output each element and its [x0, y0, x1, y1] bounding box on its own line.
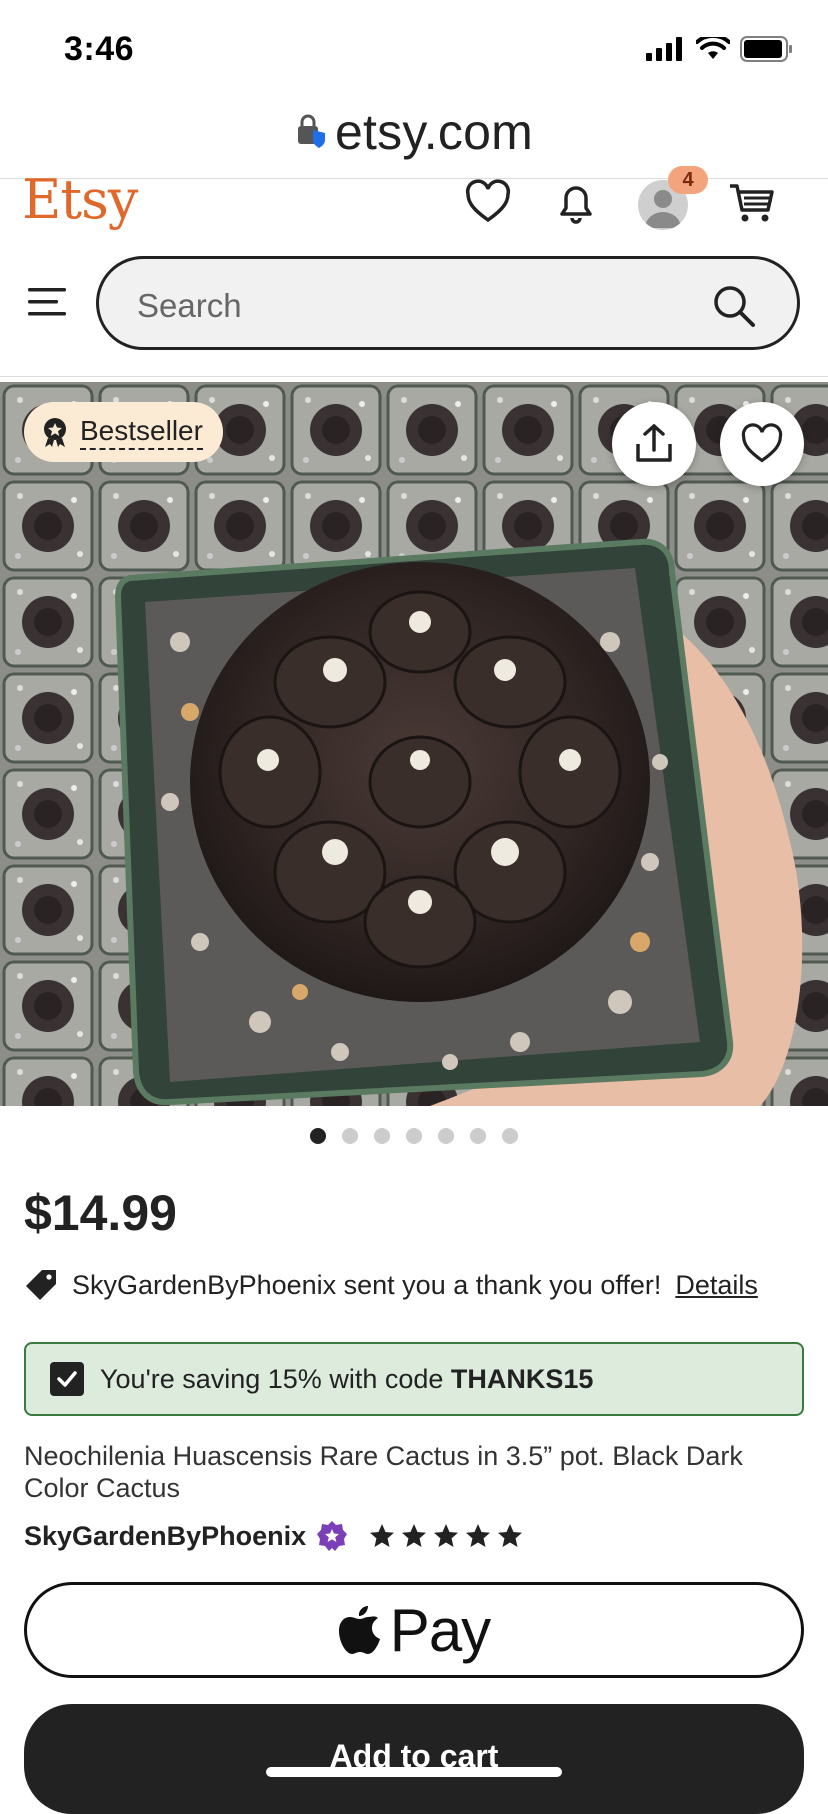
carousel-dot[interactable]	[438, 1128, 454, 1144]
offer-text: SkyGardenByPhoenix sent you a thank you …	[72, 1269, 662, 1300]
offer-details-link[interactable]: Details	[675, 1270, 758, 1301]
carousel-dot[interactable]	[342, 1128, 358, 1144]
favorite-button[interactable]	[720, 402, 804, 486]
product-image[interactable]	[0, 382, 828, 1106]
search-placeholder: Search	[137, 287, 242, 324]
search-icon[interactable]	[711, 283, 757, 329]
carousel-dot[interactable]	[502, 1128, 518, 1144]
checkmark-icon	[57, 1371, 77, 1387]
status-bar: 3:46	[0, 0, 828, 94]
coupon-code: THANKS15	[450, 1363, 594, 1394]
apple-pay-button[interactable]: Pay	[24, 1582, 804, 1678]
coupon-checkbox[interactable]	[50, 1362, 84, 1396]
bestseller-badge[interactable]: Bestseller	[24, 402, 223, 462]
carousel-dot[interactable]	[470, 1128, 486, 1144]
cart-icon[interactable]	[728, 178, 776, 226]
share-icon	[636, 424, 672, 462]
apple-logo-icon	[338, 1606, 380, 1654]
battery-icon	[740, 36, 792, 62]
carousel-dot[interactable]	[310, 1128, 326, 1144]
star-icon	[370, 1524, 395, 1547]
rating-stars	[368, 1522, 524, 1550]
address-bar[interactable]: etsy.com	[0, 86, 828, 178]
apple-pay-label: Pay	[389, 1596, 491, 1664]
listing-title: Neochilenia Huascensis Rare Cactus in 3.…	[24, 1441, 743, 1503]
share-button[interactable]	[612, 402, 696, 486]
notifications-bell-icon[interactable]	[552, 178, 600, 226]
search-input[interactable]: Search	[96, 256, 800, 350]
home-indicator	[266, 1767, 562, 1777]
menu-hamburger-icon[interactable]	[28, 284, 68, 320]
add-to-cart-button[interactable]: Add to cart	[24, 1704, 804, 1814]
coupon-text: You're saving 15% with code THANKS15	[100, 1364, 593, 1395]
star-icon	[434, 1524, 459, 1547]
heart-icon	[741, 423, 783, 463]
product-photo-illustration	[0, 382, 828, 1106]
wifi-icon	[696, 37, 730, 59]
url-text: etsy.com	[335, 104, 533, 160]
star-icon	[402, 1524, 427, 1547]
coupon-banner[interactable]: You're saving 15% with code THANKS15	[24, 1342, 804, 1416]
favorites-heart-icon[interactable]	[464, 178, 512, 226]
divider	[0, 376, 828, 377]
star-icon	[466, 1524, 491, 1547]
star-icon	[498, 1524, 523, 1547]
coupon-prefix: You're saving 15% with code	[100, 1363, 444, 1394]
price: $14.99	[24, 1185, 177, 1241]
cellular-signal-icon	[646, 37, 682, 61]
status-icons	[646, 36, 794, 62]
etsy-logo[interactable]: Etsy	[22, 168, 138, 231]
thank-you-offer: SkyGardenByPhoenix sent you a thank you …	[24, 1268, 758, 1302]
shop-row[interactable]: SkyGardenByPhoenix	[24, 1520, 524, 1552]
shop-name[interactable]: SkyGardenByPhoenix	[24, 1521, 306, 1552]
bestseller-label: Bestseller	[80, 415, 203, 450]
carousel-dot[interactable]	[374, 1128, 390, 1144]
award-ribbon-icon	[44, 418, 66, 447]
carousel-dot[interactable]	[406, 1128, 422, 1144]
image-carousel-dots	[0, 1128, 828, 1144]
cart-count-badge: 4	[668, 166, 708, 194]
lock-shield-icon	[298, 114, 326, 148]
status-time: 3:46	[64, 30, 135, 68]
star-seller-icon	[317, 1521, 348, 1551]
price-tag-icon	[26, 1270, 56, 1300]
